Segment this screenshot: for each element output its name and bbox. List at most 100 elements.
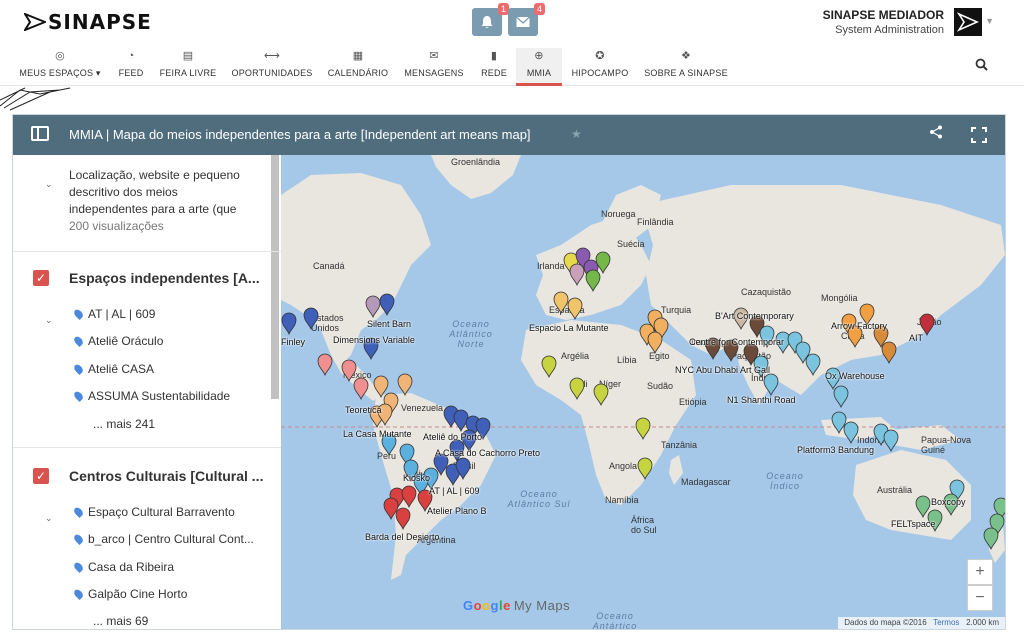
place-label[interactable]: Ox Warehouse xyxy=(825,371,885,381)
nav-label: HIPOCAMPO xyxy=(571,68,629,78)
user-menu[interactable]: SINAPSE MEDIADOR System Administration xyxy=(823,8,944,36)
map-pin-icon[interactable] xyxy=(541,355,557,379)
layer-checkbox[interactable]: ✓ xyxy=(33,468,49,484)
layer-checkbox[interactable]: ✓ xyxy=(33,270,49,286)
list-item[interactable]: Casa da Ribeira xyxy=(72,560,174,574)
place-label[interactable]: Teoretica xyxy=(345,405,382,415)
map-pin-icon[interactable] xyxy=(915,495,931,519)
zoom-in-button[interactable]: + xyxy=(967,559,993,585)
place-label[interactable]: B'Art Contemporary xyxy=(715,311,794,321)
map-pin-icon[interactable] xyxy=(353,377,369,401)
main-nav: ◎ MEUS ESPAÇOS ▾ ◔ FEED ▤ FEIRA LIVRE ⟷ … xyxy=(0,44,1024,86)
place-label[interactable]: AIT xyxy=(909,333,923,343)
search-button[interactable] xyxy=(975,58,988,74)
map-pin-icon[interactable] xyxy=(585,269,601,293)
place-label[interactable]: AT | AL | 609 xyxy=(429,486,480,496)
toggle-sidebar-icon[interactable] xyxy=(31,126,49,141)
list-item[interactable]: Espaço Cultural Barravento xyxy=(72,505,235,519)
place-label[interactable]: Centre for Contemporar xyxy=(689,337,784,347)
map-pin-icon[interactable] xyxy=(453,409,469,433)
place-label[interactable]: Dimensions Variable xyxy=(333,335,415,345)
sinapse-logo[interactable]: SINAPSE xyxy=(24,10,152,34)
map-pin-icon[interactable] xyxy=(379,293,395,317)
nav-sobre-a-sinapse[interactable]: ❖ SOBRE A SINAPSE xyxy=(644,48,727,86)
nav-mmia[interactable]: ⊕ MMIA xyxy=(516,48,562,86)
nav-oportunidades[interactable]: ⟷ OPORTUNIDADES xyxy=(232,48,313,86)
chevron-down-icon[interactable]: ▼ xyxy=(985,16,994,26)
messages-button[interactable]: 4 xyxy=(508,3,545,36)
nav-hipocampo[interactable]: ✪ HIPOCAMPO xyxy=(571,48,629,86)
map-pin-icon[interactable] xyxy=(593,383,609,407)
zoom-out-button[interactable]: − xyxy=(967,585,993,611)
map-pin-icon[interactable] xyxy=(303,307,319,331)
star-icon[interactable]: ★ xyxy=(571,127,582,141)
more-link[interactable]: ... mais 69 xyxy=(93,614,148,628)
place-label[interactable]: Arrow Factory xyxy=(831,321,887,331)
map-pin-icon[interactable] xyxy=(553,291,569,315)
chevron-icon[interactable]: ⌄ xyxy=(45,315,53,326)
place-label[interactable]: Ateliê do Porto xyxy=(423,432,482,442)
list-item[interactable]: ASSUMA Sustentabilidade xyxy=(72,389,230,403)
list-item[interactable]: Ateliê CASA xyxy=(72,362,154,376)
list-item[interactable]: AT | AL | 609 xyxy=(72,307,155,321)
map-pin-icon[interactable] xyxy=(397,373,413,397)
nav-calendario[interactable]: ▦ CALENDÁRIO xyxy=(326,48,390,86)
layer-title[interactable]: Espaços independentes [A... xyxy=(69,270,260,286)
map-pin-icon[interactable] xyxy=(569,377,585,401)
place-label[interactable]: Atelier Plano B xyxy=(427,506,487,516)
map-pin-icon[interactable] xyxy=(567,297,583,321)
map-pin-icon[interactable] xyxy=(833,385,849,409)
map-pin-icon[interactable] xyxy=(341,359,357,383)
place-label[interactable]: Silent Barn xyxy=(367,319,411,329)
map-pin-icon[interactable] xyxy=(805,353,821,377)
world-map[interactable]: Oceano Atlântico Norte Oceano Atlântico Sul… xyxy=(281,155,1005,629)
layer-title[interactable]: Centros Culturais [Cultural ... xyxy=(69,468,263,484)
notifications-button[interactable]: 1 xyxy=(472,3,509,36)
terms-link[interactable]: Termos xyxy=(933,618,959,627)
map-pin-icon[interactable] xyxy=(595,251,611,275)
nav-mensagens[interactable]: ✉ MENSAGENS xyxy=(404,48,464,86)
map-pin-icon[interactable] xyxy=(983,527,999,551)
map-pin-icon[interactable] xyxy=(569,263,585,287)
place-label[interactable]: Barda del Desierto xyxy=(365,532,440,542)
place-label[interactable]: NYC Abu Dhabi Art Gall xyxy=(675,365,770,375)
nav-feed[interactable]: ◔ FEED xyxy=(114,48,148,86)
map-pin-icon[interactable] xyxy=(647,331,663,355)
map-pin-icon[interactable] xyxy=(883,429,899,453)
list-item[interactable]: b_arco | Centro Cultural Cont... xyxy=(72,532,254,546)
nav-meus-espacos[interactable]: ◎ MEUS ESPAÇOS ▾ xyxy=(19,48,100,86)
place-label[interactable]: A Casa do Cachorro Preto xyxy=(435,448,540,458)
place-label[interactable]: Espacio La Mutante xyxy=(529,323,609,333)
place-label[interactable]: Finley xyxy=(281,337,305,347)
place-label[interactable]: La Casa Mutante xyxy=(343,429,412,439)
map-pin-icon[interactable] xyxy=(635,417,651,441)
place-label[interactable]: FELTspace xyxy=(891,519,935,529)
map-pin-icon[interactable] xyxy=(395,507,411,531)
map-pin-icon[interactable] xyxy=(401,485,417,509)
map-pin-icon[interactable] xyxy=(637,457,653,481)
map-pin-icon[interactable] xyxy=(843,421,859,445)
place-label[interactable]: Kiosko xyxy=(403,473,430,483)
fullscreen-button[interactable] xyxy=(971,127,987,143)
chevron-icon[interactable]: ⌄ xyxy=(45,179,53,190)
map-pin-icon[interactable] xyxy=(919,313,935,337)
share-button[interactable] xyxy=(929,125,943,143)
place-label[interactable]: N1 Shanthi Road xyxy=(727,395,796,405)
place-label[interactable]: Boxcopy xyxy=(931,497,966,507)
avatar[interactable] xyxy=(954,8,982,36)
more-link[interactable]: ... mais 241 xyxy=(93,417,155,431)
map-pin-icon[interactable] xyxy=(763,373,779,397)
map-pin-icon[interactable] xyxy=(881,341,897,365)
chevron-icon[interactable]: ⌄ xyxy=(45,513,53,524)
nav-rede[interactable]: ▮ REDE xyxy=(478,48,510,86)
list-item[interactable]: Galpão Cine Horto xyxy=(72,587,187,601)
map-pin-icon[interactable] xyxy=(365,295,381,319)
place-label[interactable]: Platform3 Bandung xyxy=(797,445,874,455)
map-pin-icon[interactable] xyxy=(281,312,297,336)
logo-text: SINAPSE xyxy=(48,10,152,34)
nav-feira-livre[interactable]: ▤ FEIRA LIVRE xyxy=(160,48,217,86)
map-pin-icon[interactable] xyxy=(317,353,333,377)
map-pin-icon[interactable] xyxy=(373,375,389,399)
sidebar-scrollbar[interactable] xyxy=(271,155,279,399)
list-item[interactable]: Ateliê Oráculo xyxy=(72,334,163,348)
